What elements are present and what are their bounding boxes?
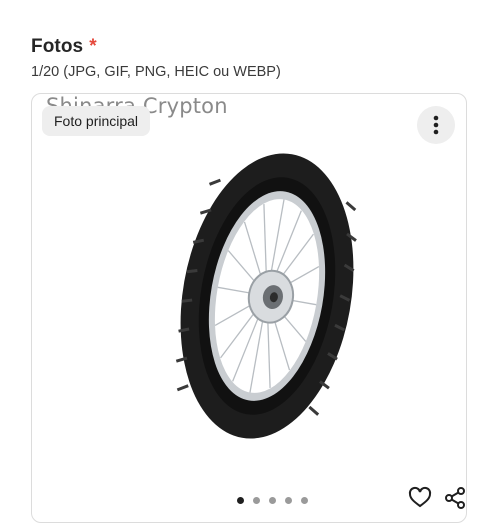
- photo-pagination-dots: [237, 497, 308, 504]
- photos-section: Fotos * 1/20 (JPG, GIF, PNG, HEIC ou WEB…: [0, 0, 498, 523]
- photo-menu-button[interactable]: [417, 106, 455, 144]
- tire-photo: [175, 153, 357, 439]
- photo-card[interactable]: Shinarra Crypton: [31, 93, 467, 523]
- photos-count-formats: 1/20 (JPG, GIF, PNG, HEIC ou WEBP): [31, 64, 281, 80]
- photos-title: Fotos: [31, 36, 84, 57]
- pagination-dot[interactable]: [285, 497, 292, 504]
- photos-title-row: Fotos *: [31, 36, 97, 58]
- pagination-dot[interactable]: [269, 497, 276, 504]
- more-vertical-icon: [433, 115, 439, 135]
- pagination-dot[interactable]: [301, 497, 308, 504]
- pagination-dot[interactable]: [237, 497, 244, 504]
- required-mark: *: [89, 36, 97, 57]
- heart-icon[interactable]: [408, 486, 432, 510]
- main-photo-badge: Foto principal: [42, 106, 151, 136]
- share-icon[interactable]: [443, 486, 467, 510]
- pagination-dot[interactable]: [253, 497, 260, 504]
